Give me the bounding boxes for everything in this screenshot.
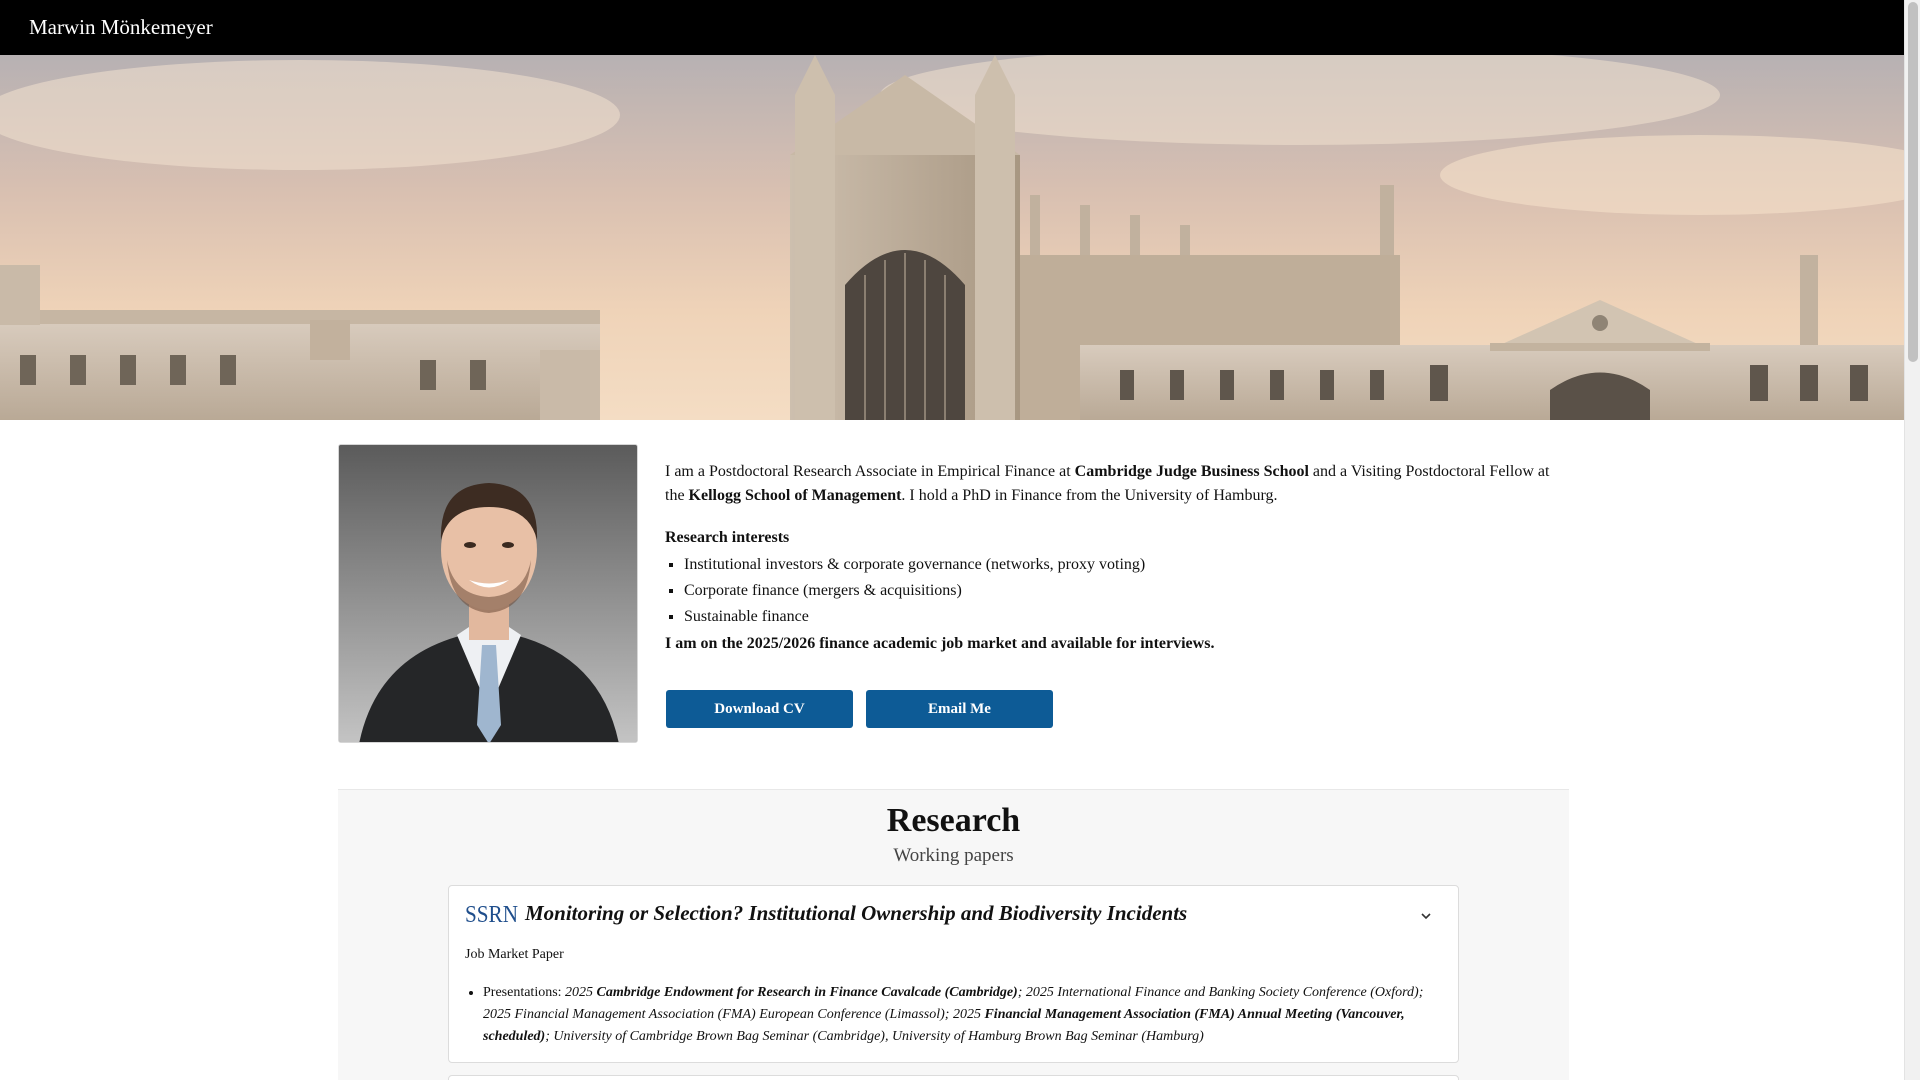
download-cv-button[interactable]: Download CV — [666, 690, 853, 728]
paper-title[interactable]: Monitoring or Selection? Institutional O… — [525, 901, 1187, 926]
scrollbar-thumb[interactable] — [1908, 2, 1918, 362]
bio-paragraph: I am a Postdoctoral Research Associate i… — [665, 463, 1550, 504]
kellogg-school: Kellogg School of Management — [688, 487, 902, 504]
paper-card[interactable] — [448, 1075, 1459, 1080]
top-navbar: Marwin Mönkemeyer — [0, 0, 1904, 55]
judge-business-school: Cambridge Judge Business School — [1074, 463, 1309, 480]
list-item: Corporate finance (mergers & acquisition… — [684, 580, 1565, 602]
ssrn-logo-text: SSRN — [465, 902, 518, 926]
presentations-item: Presentations: 2025 Cambridge Endowment … — [483, 982, 1438, 1048]
site-brand-link[interactable]: Marwin Mönkemeyer — [29, 15, 213, 40]
paper-card[interactable]: SSRN Monitoring or Selection? Institutio… — [448, 885, 1459, 1063]
list-item: Institutional investors & corporate gove… — [684, 554, 1565, 576]
research-interests-list: Institutional investors & corporate gove… — [665, 554, 1565, 628]
working-papers-subtitle: Working papers — [893, 845, 1014, 866]
research-section: Research Working papers SSRN Monitoring … — [338, 789, 1569, 1080]
hero-banner — [0, 55, 1904, 420]
bio-section: I am a Postdoctoral Research Associate i… — [665, 460, 1565, 656]
ssrn-logo-icon[interactable]: SSRN — [465, 902, 519, 926]
email-me-button[interactable]: Email Me — [866, 690, 1053, 728]
job-market-paper-label: Job Market Paper — [465, 947, 564, 962]
portrait-illustration — [339, 445, 637, 742]
presentations-list: Presentations: 2025 Cambridge Endowment … — [483, 982, 1438, 1048]
chevron-down-icon[interactable] — [1418, 908, 1434, 924]
hero-illustration — [0, 55, 1904, 420]
job-market-statement: I am on the 2025/2026 finance academic j… — [665, 635, 1215, 652]
list-item: Sustainable finance — [684, 606, 1565, 628]
page-scrollbar[interactable] — [1904, 0, 1920, 1080]
research-title: Research — [886, 802, 1021, 839]
research-interests-heading: Research interests — [665, 529, 790, 546]
profile-photo — [338, 444, 638, 743]
